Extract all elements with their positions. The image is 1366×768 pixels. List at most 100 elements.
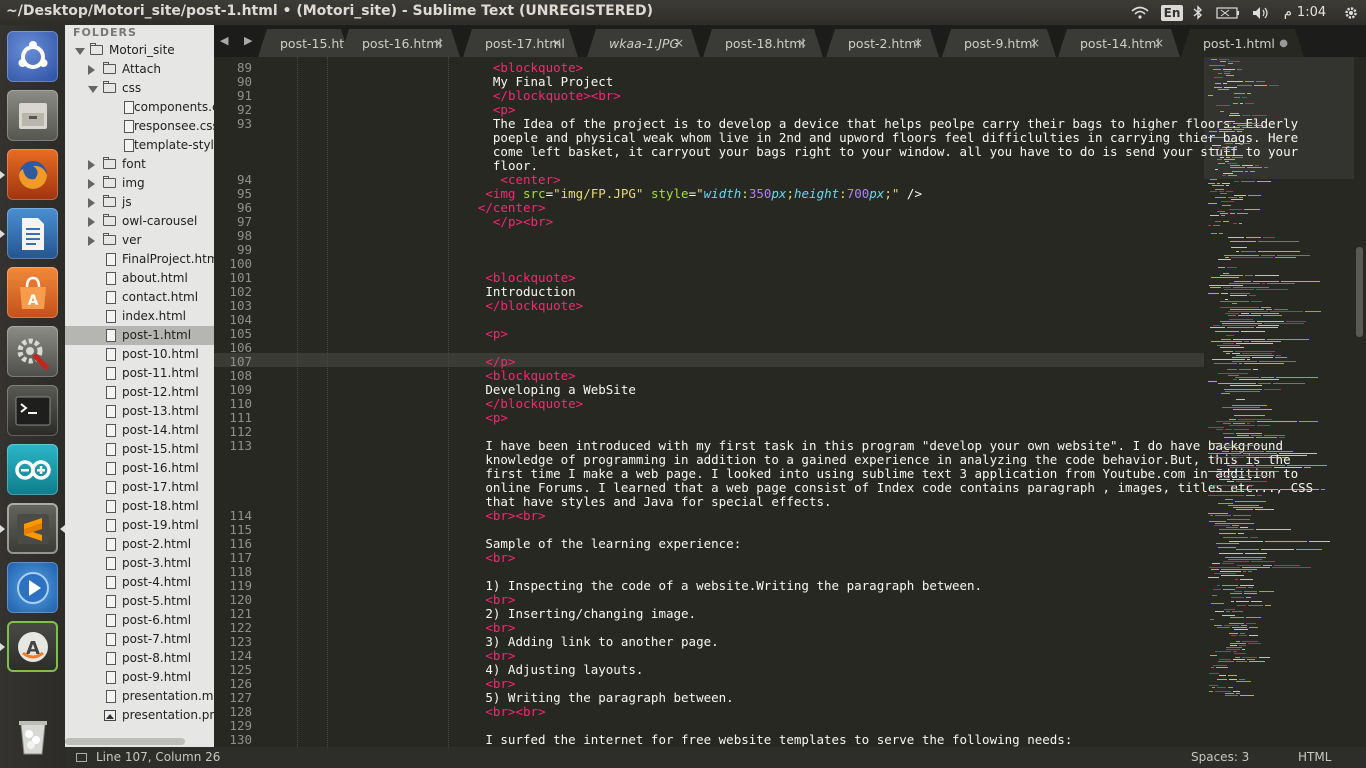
sidebar-item[interactable]: post-17.html [65, 478, 214, 497]
files-icon[interactable] [7, 90, 58, 141]
sidebar-item[interactable]: css [65, 79, 214, 98]
updater-icon[interactable]: A [7, 621, 58, 672]
unsaved-dot-icon[interactable]: ● [1279, 38, 1288, 49]
sidebar-item[interactable]: post-12.html [65, 383, 214, 402]
sidebar-item[interactable]: img [65, 174, 214, 193]
minimap-line [1257, 495, 1262, 496]
editor-tab[interactable]: post-16.html × [340, 29, 460, 57]
collapsed-arrow-icon[interactable] [88, 198, 95, 208]
editor-tab[interactable]: post-15.htr [258, 29, 350, 57]
syntax-selector[interactable]: HTML [1298, 750, 1331, 764]
settings-icon[interactable] [7, 326, 58, 377]
sidebar-item[interactable]: components.c [65, 98, 214, 117]
close-tab-icon[interactable]: × [434, 36, 444, 50]
collapsed-arrow-icon[interactable] [88, 217, 95, 227]
sidebar-item[interactable]: presentation.png [65, 706, 214, 725]
software-center-icon[interactable]: A [7, 267, 58, 318]
arduino-icon[interactable] [7, 444, 58, 495]
keyboard-layout-indicator[interactable]: En [1160, 0, 1184, 25]
tab-label: post-18.html [725, 36, 805, 51]
ubuntu-dash-icon[interactable] [7, 31, 58, 82]
sidebar-item[interactable]: FinalProject.html [65, 250, 214, 269]
sidebar-item[interactable]: post-6.html [65, 611, 214, 630]
editor-tab[interactable]: post-17.html × [463, 29, 578, 57]
volume-icon[interactable] [1250, 0, 1272, 25]
code-line: </p> [485, 354, 515, 369]
firefox-icon[interactable] [7, 149, 58, 200]
close-tab-icon[interactable]: × [797, 36, 807, 50]
sidebar-item[interactable]: post-1.html [65, 326, 214, 345]
trash-icon[interactable] [7, 710, 58, 761]
sidebar-item[interactable]: post-19.html [65, 516, 214, 535]
sidebar-item[interactable]: responsee.css [65, 117, 214, 136]
minimap-line [1230, 213, 1235, 214]
close-tab-icon[interactable]: × [1030, 36, 1040, 50]
sidebar-item[interactable]: index.html [65, 307, 214, 326]
sidebar-item[interactable]: contact.html [65, 288, 214, 307]
minimap-line [1240, 103, 1243, 104]
minimap-line [1304, 467, 1311, 468]
bluetooth-icon[interactable] [1190, 0, 1206, 25]
minimap[interactable] [1204, 57, 1354, 747]
sidebar-item[interactable]: js [65, 193, 214, 212]
close-tab-icon[interactable]: × [674, 36, 684, 50]
session-gear-icon[interactable] [1340, 0, 1362, 25]
clock[interactable]: م 1:04 [1276, 0, 1334, 25]
minimap-line [1232, 353, 1240, 354]
editor-tab[interactable]: post-18.html × [703, 29, 823, 57]
sidebar-item[interactable]: post-11.html [65, 364, 214, 383]
sidebar-item[interactable]: post-14.html [65, 421, 214, 440]
sidebar-item[interactable]: Motori_site [65, 41, 214, 60]
minimap-line [1282, 457, 1286, 458]
expanded-arrow-icon[interactable] [75, 48, 85, 55]
editor-tab[interactable]: post-2.html × [826, 29, 939, 57]
sidebar-scrollbar[interactable] [65, 738, 185, 745]
panel-toggle-icon[interactable] [76, 753, 87, 762]
collapsed-arrow-icon[interactable] [88, 236, 95, 246]
sidebar-item[interactable]: font [65, 155, 214, 174]
sidebar-item[interactable]: post-7.html [65, 630, 214, 649]
sidebar-item[interactable]: post-16.html [65, 459, 214, 478]
wifi-icon[interactable] [1128, 0, 1152, 25]
editor-tab[interactable]: wkaa-1.JPG × [587, 29, 700, 57]
sidebar-item[interactable]: post-4.html [65, 573, 214, 592]
sidebar-item[interactable]: post-13.html [65, 402, 214, 421]
close-tab-icon[interactable]: × [913, 36, 923, 50]
sidebar-item[interactable]: post-10.html [65, 345, 214, 364]
collapsed-arrow-icon[interactable] [88, 179, 95, 189]
sidebar-item[interactable]: post-9.html [65, 668, 214, 687]
sidebar-item[interactable]: template-style [65, 136, 214, 155]
expanded-arrow-icon[interactable] [88, 86, 98, 93]
tab-scroll-arrows[interactable]: ◀ ▶ [220, 34, 258, 47]
sidebar-item[interactable]: post-3.html [65, 554, 214, 573]
editor-tab[interactable]: post-1.html ● [1181, 29, 1304, 57]
sidebar-item[interactable]: post-5.html [65, 592, 214, 611]
indent-guide [448, 57, 449, 747]
code-editor[interactable]: 89 <blockquote> 90 My Final Project 91 </bloc… [214, 57, 1366, 747]
close-tab-icon[interactable]: × [1154, 36, 1164, 50]
editor-tab[interactable]: post-14.html × [1058, 29, 1180, 57]
terminal-icon[interactable] [7, 385, 58, 436]
sidebar-item[interactable]: ver [65, 231, 214, 250]
indentation-setting[interactable]: Spaces: 3 [1191, 750, 1249, 764]
sublime-text-icon[interactable] [7, 503, 58, 554]
sidebar-item-label: contact.html [122, 290, 199, 304]
sidebar-item[interactable]: presentation.mp [65, 687, 214, 706]
minimap-line [1215, 221, 1221, 222]
editor-tab[interactable]: post-9.html × [942, 29, 1056, 57]
collapsed-arrow-icon[interactable] [88, 65, 95, 75]
close-tab-icon[interactable]: × [552, 36, 562, 50]
sidebar-item[interactable]: about.html [65, 269, 214, 288]
sidebar-item[interactable]: Attach [65, 60, 214, 79]
editor-scrollbar[interactable] [1356, 247, 1363, 337]
sidebar-item[interactable]: post-15.html [65, 440, 214, 459]
sidebar-item[interactable]: post-8.html [65, 649, 214, 668]
writer-icon[interactable] [7, 208, 58, 259]
minimap-line [1244, 363, 1284, 364]
battery-icon[interactable] [1214, 0, 1242, 25]
sidebar-item[interactable]: post-2.html [65, 535, 214, 554]
media-player-icon[interactable] [7, 562, 58, 613]
sidebar-item[interactable]: post-18.html [65, 497, 214, 516]
collapsed-arrow-icon[interactable] [88, 160, 95, 170]
sidebar-item[interactable]: owl-carousel [65, 212, 214, 231]
